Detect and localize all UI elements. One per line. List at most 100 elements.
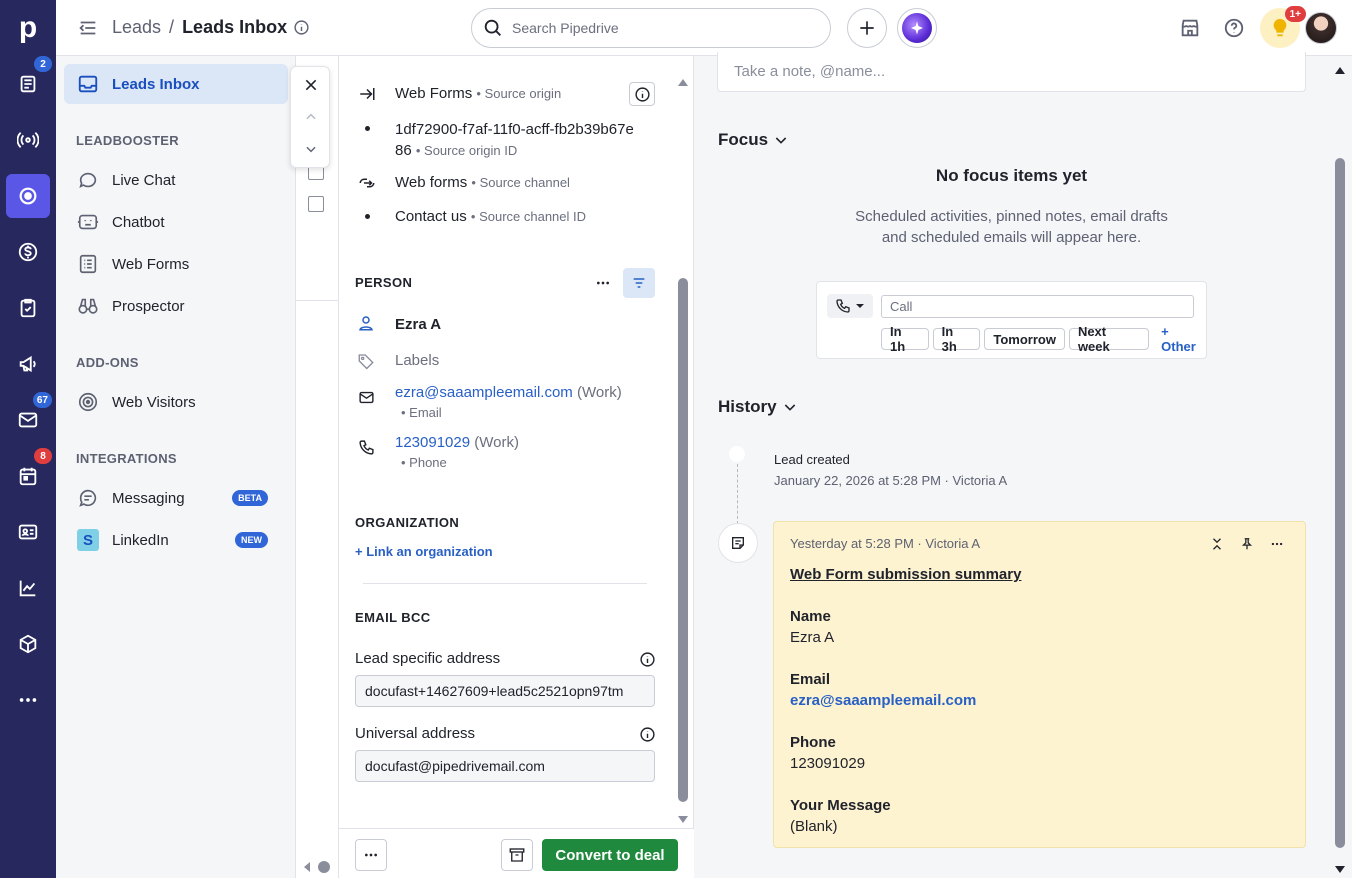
scroll-up-arrow[interactable] (677, 74, 688, 86)
channel-icon (357, 173, 377, 193)
phone-link[interactable]: 123091029 (395, 434, 470, 451)
sidebar-item-label: Web Visitors (112, 393, 196, 411)
breadcrumb-root[interactable]: Leads (112, 17, 161, 38)
convert-to-deal-button[interactable]: Convert to deal (542, 839, 678, 871)
previous-lead-icon[interactable] (299, 105, 323, 129)
note-input[interactable]: Take a note, @name... (717, 52, 1306, 92)
horizontal-scroll-left[interactable] (302, 856, 332, 878)
more-icon[interactable] (6, 678, 50, 722)
info-icon[interactable] (637, 649, 657, 669)
deals-icon[interactable]: 2 (6, 56, 52, 106)
activity-panel: Take a note, @name... Focus No focus ite… (694, 52, 1352, 878)
note-name-value: Ezra A (790, 629, 835, 646)
archive-button[interactable] (501, 839, 533, 871)
mail-badge: 67 (32, 392, 52, 408)
scroll-down-arrow[interactable] (677, 812, 688, 823)
sidebar-item-leads-inbox[interactable]: Leads Inbox (64, 64, 288, 104)
timeline-dot (729, 446, 745, 462)
tips-button[interactable]: 1+ (1260, 6, 1306, 48)
new-badge: NEW (235, 532, 268, 548)
call-subject-input[interactable]: Call (881, 295, 1194, 318)
lead-address-input[interactable]: docufast+14627609+lead5c2521opn97tm (355, 675, 655, 707)
scroll-up-arrow[interactable] (1334, 62, 1345, 74)
sidebar-item-web-forms[interactable]: Web Forms (64, 244, 288, 284)
organization-section-title: ORGANIZATION (355, 515, 460, 530)
sidebar-item-messaging[interactable]: Messaging BETA (64, 478, 288, 518)
more-options-icon[interactable] (591, 272, 615, 294)
help-icon[interactable] (1222, 16, 1246, 40)
scrollbar-thumb[interactable] (1335, 158, 1345, 848)
labels-field[interactable]: Labels (395, 352, 705, 369)
other-time-link[interactable]: + Other (1161, 324, 1206, 354)
chip-tomorrow[interactable]: Tomorrow (984, 328, 1065, 350)
more-icon (365, 853, 377, 857)
universal-address-input[interactable]: docufast@pipedrivemail.com (355, 750, 655, 782)
source-channel-field: Web forms • Source channel (395, 174, 570, 191)
focus-empty-title: No focus items yet (935, 166, 1088, 185)
note-email-link[interactable]: ezra@saaampleemail.com (790, 692, 976, 709)
activity-type-dropdown[interactable] (827, 294, 873, 318)
person-name[interactable]: Ezra A (395, 316, 705, 333)
next-lead-icon[interactable] (299, 137, 323, 161)
sidebar-item-prospector[interactable]: Prospector (64, 286, 288, 326)
collapse-note-icon[interactable] (1206, 533, 1228, 555)
contacts-icon[interactable] (6, 510, 50, 554)
email-link[interactable]: ezra@saaampleemail.com (395, 384, 573, 401)
sidebar-item-label: Chatbot (112, 213, 165, 231)
leads-icon[interactable] (6, 174, 50, 218)
pipedrive-logo[interactable]: p (14, 8, 42, 48)
top-bar: Leads / Leads Inbox Search Pipedrive 1+ (56, 0, 1352, 56)
info-icon[interactable] (629, 82, 655, 106)
scroll-down-arrow[interactable] (1334, 862, 1345, 873)
focus-empty-line2: and scheduled emails will appear here. (881, 229, 1142, 246)
chip-next-week[interactable]: Next week (1068, 324, 1150, 354)
ai-assistant-button[interactable] (897, 8, 937, 48)
pin-icon[interactable] (1236, 533, 1258, 555)
sidebar-item-chatbot[interactable]: Chatbot (64, 202, 288, 242)
info-icon[interactable] (637, 724, 657, 744)
money-icon[interactable] (6, 230, 50, 274)
mail-icon[interactable]: 67 (6, 392, 52, 442)
sidebar-item-label: LinkedIn (112, 531, 169, 549)
calendar-icon[interactable]: 8 (6, 448, 52, 498)
campaigns-icon[interactable] (6, 118, 50, 162)
add-button[interactable] (847, 8, 887, 48)
focus-header[interactable]: Focus (718, 130, 789, 150)
note-message-value: (Blank) (790, 818, 838, 835)
search-input[interactable]: Search Pipedrive (471, 8, 831, 48)
chevron-down-icon (784, 404, 795, 411)
collapse-menu-icon[interactable] (76, 16, 100, 40)
more-actions-button[interactable] (355, 839, 387, 871)
beta-badge: BETA (232, 490, 268, 506)
sidebar-item-web-visitors[interactable]: Web Visitors (64, 382, 288, 422)
more-icon[interactable] (1266, 533, 1288, 555)
chip-in-3h[interactable]: In 3h (932, 324, 981, 354)
avatar[interactable] (1305, 12, 1337, 44)
calendar-badge: 8 (34, 448, 52, 464)
scrollbar-thumb[interactable] (678, 278, 688, 802)
insights-icon[interactable] (6, 566, 50, 610)
history-header[interactable]: History (718, 397, 798, 417)
source-origin-label: Source origin (484, 86, 562, 101)
activities-icon[interactable] (6, 286, 50, 330)
sidebar-item-linkedin[interactable]: S LinkedIn NEW (64, 520, 288, 560)
filter-icon[interactable] (623, 268, 655, 298)
divider (363, 583, 647, 584)
envelope-icon (355, 386, 377, 408)
sidebar-item-live-chat[interactable]: Live Chat (64, 160, 288, 200)
note-name-label: Name (790, 608, 831, 625)
chip-in-1h[interactable]: In 1h (881, 324, 929, 354)
info-icon[interactable] (293, 19, 310, 36)
marketplace-icon[interactable] (1178, 16, 1202, 40)
link-organization-button[interactable]: + Link an organization (355, 544, 493, 559)
close-icon[interactable] (299, 73, 323, 97)
notification-badge: 1+ (1284, 6, 1306, 22)
megaphone-icon[interactable] (6, 342, 50, 386)
row-checkbox[interactable] (308, 196, 324, 212)
phone-icon (836, 299, 850, 313)
visitors-icon (76, 390, 100, 414)
history-title: History (718, 397, 777, 416)
phone-label: Phone (409, 455, 447, 470)
products-icon[interactable] (6, 622, 50, 666)
source-channel-id-label: Source channel ID (479, 209, 587, 224)
